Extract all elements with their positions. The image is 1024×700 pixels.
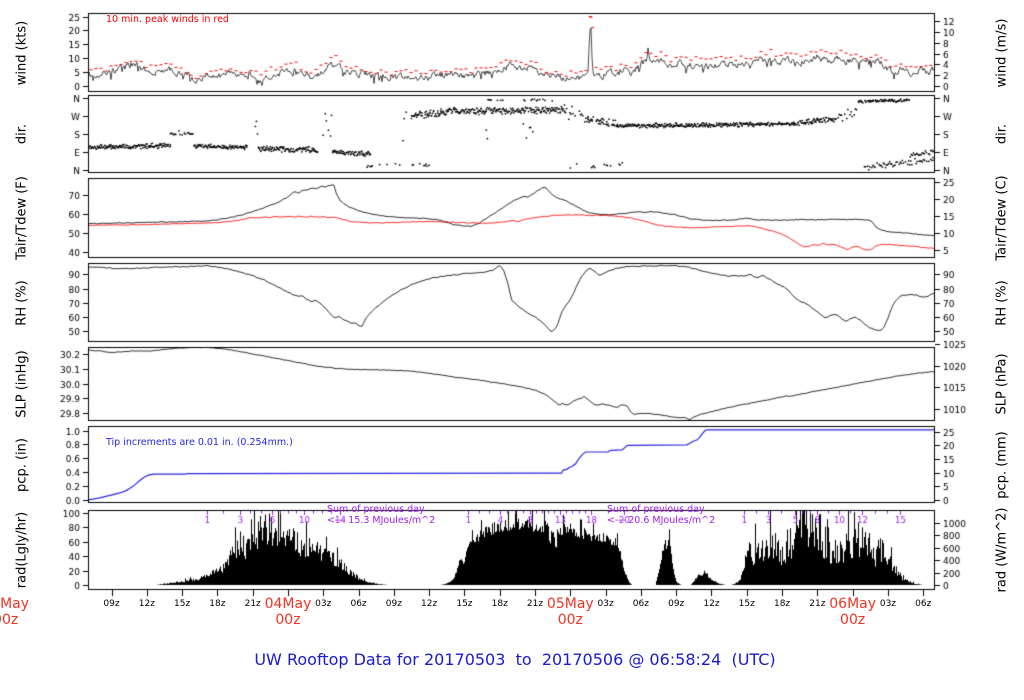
date-month-label: 03May (0, 596, 30, 612)
y-axis-label-left-pcp: pcp. (in) (14, 437, 30, 492)
x-tick-label: 15z (738, 599, 755, 609)
y-axis-label-left-slp: SLP (inHg) (14, 350, 30, 418)
y-axis-label-right-temp: Tair/Tdew (C) (994, 175, 1010, 261)
x-date-label: 05May 00z (547, 596, 594, 628)
wind-peak-note: 10 min. peak winds in red (106, 14, 229, 25)
meteogram-chart-canvas (0, 0, 1024, 700)
date-hour-label: 00z (557, 612, 583, 628)
y-axis-label-left-wind: wind (kts) (14, 20, 30, 85)
x-tick-label: 03z (315, 599, 332, 609)
y-axis-label-right-rh: RH (%) (994, 279, 1010, 326)
meteogram-dashboard: 10 min. peak winds in red Tip increments… (0, 0, 1024, 700)
y-axis-label-right-wind: wind (m/s) (994, 18, 1010, 87)
y-axis-label-right-dir: dir. (994, 123, 1010, 145)
x-tick-label: 09z (103, 599, 120, 609)
y-axis-label-left-rh: RH (%) (14, 279, 30, 326)
y-axis-label-left-dir: dir. (14, 123, 30, 145)
sum-previous-day-note-1: Sum of previous day <--- 15.3 MJoules/m^… (327, 504, 436, 526)
sum-note-line: <--- 15.3 MJoules/m^2 (327, 514, 436, 526)
y-axis-label-right-pcp: pcp. (mm) (994, 430, 1010, 499)
x-tick-label: 12z (421, 599, 438, 609)
sum-note-line: Sum of previous day (327, 504, 425, 515)
x-tick-label: 21z (526, 599, 544, 609)
x-tick-label: 06z (632, 599, 649, 609)
sum-note-line: Sum of previous day (607, 504, 705, 515)
y-axis-label-right-slp: SLP (hPa) (994, 353, 1010, 415)
x-tick-label: 12z (703, 599, 720, 609)
x-tick-label: 15z (456, 599, 473, 609)
x-tick-label: 03z (597, 599, 614, 609)
sum-note-line: <--- 20.6 MJoules/m^2 (607, 514, 716, 526)
x-tick-label: 09z (668, 599, 685, 609)
y-axis-label-left-rad: rad(Lgly/hr) (14, 511, 30, 589)
date-month-label: 04May (264, 596, 312, 612)
date-hour-label: 00z (0, 612, 19, 628)
x-date-label: 04May 00z (265, 596, 312, 628)
y-axis-label-right-rad: rad (W/m^2) (994, 507, 1010, 593)
x-date-label: 06May 00z (829, 596, 876, 628)
x-tick-label: 06z (350, 599, 367, 609)
date-month-label: 05May (546, 596, 594, 612)
tip-increment-note: Tip increments are 0.01 in. (0.254mm.) (106, 437, 293, 448)
x-tick-label: 03z (879, 599, 897, 609)
chart-title: UW Rooftop Data for 20170503 to 20170506… (254, 650, 776, 669)
x-tick-label: 12z (138, 599, 155, 609)
y-axis-label-left-temp: Tair/Tdew (F) (14, 176, 30, 260)
x-tick-label: 18z (773, 599, 791, 609)
x-tick-label: 06z (915, 599, 932, 609)
x-tick-label: 18z (491, 599, 508, 609)
sum-previous-day-note-2: Sum of previous day <--- 20.6 MJoules/m^… (607, 504, 716, 526)
x-tick-label: 21z (244, 599, 261, 609)
date-month-label: 06May (829, 596, 877, 612)
x-date-label: 03May00z (0, 596, 29, 628)
x-tick-label: 09z (385, 599, 402, 609)
x-tick-label: 15z (174, 599, 191, 609)
x-tick-label: 21z (809, 599, 826, 609)
date-hour-label: 00z (275, 612, 301, 628)
date-hour-label: 00z (840, 612, 866, 628)
x-tick-label: 18z (209, 599, 226, 609)
